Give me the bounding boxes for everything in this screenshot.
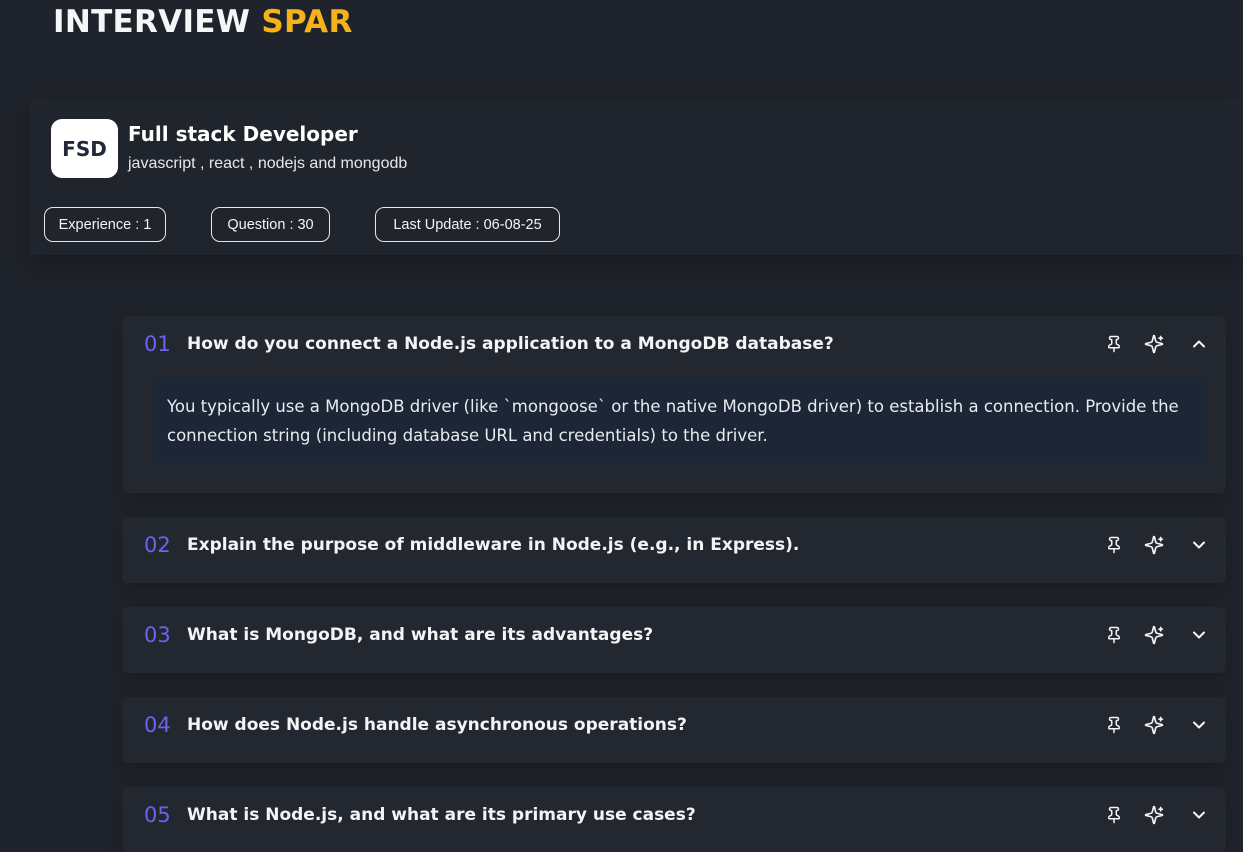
question-header[interactable]: 02 Explain the purpose of middleware in … — [122, 517, 1226, 573]
question-number: 05 — [144, 803, 171, 827]
role-topics: javascript , react , nodejs and mongodb — [128, 155, 408, 172]
sparkle-icon[interactable] — [1144, 805, 1164, 825]
question-text: Explain the purpose of middleware in Nod… — [187, 535, 800, 555]
question-number: 02 — [144, 533, 171, 557]
question-number: 01 — [144, 332, 171, 356]
question-header[interactable]: 03 What is MongoDB, and what are its adv… — [122, 607, 1226, 663]
sparkle-icon[interactable] — [1144, 625, 1164, 645]
question-card-1: 01 How do you connect a Node.js applicat… — [122, 316, 1226, 493]
question-number: 03 — [144, 623, 171, 647]
question-number: 04 — [144, 713, 171, 737]
question-text: What is MongoDB, and what are its advant… — [187, 625, 654, 645]
page: INTERVIEW SPAR FSD Full stack Developer … — [0, 0, 1243, 852]
question-text: How do you connect a Node.js application… — [187, 334, 834, 354]
chevron-down-icon[interactable] — [1189, 805, 1209, 825]
chevron-down-icon[interactable] — [1189, 625, 1209, 645]
question-card-5: 05 What is Node.js, and what are its pri… — [122, 787, 1226, 852]
app-logo[interactable]: INTERVIEW SPAR — [53, 4, 353, 40]
sparkle-icon[interactable] — [1144, 334, 1164, 354]
experience-badge: Experience : 1 — [44, 207, 166, 242]
sparkle-icon[interactable] — [1144, 535, 1164, 555]
pin-icon[interactable] — [1104, 334, 1124, 354]
answer-panel: You typically use a MongoDB driver (like… — [153, 378, 1206, 462]
pin-icon[interactable] — [1104, 715, 1124, 735]
question-text: How does Node.js handle asynchronous ope… — [187, 715, 687, 735]
role-title: Full stack Developer — [128, 122, 358, 146]
pin-icon[interactable] — [1104, 625, 1124, 645]
role-avatar: FSD — [51, 119, 118, 178]
question-card-2: 02 Explain the purpose of middleware in … — [122, 517, 1226, 583]
question-count-badge: Question : 30 — [211, 207, 330, 242]
logo-accent: SPAR — [261, 4, 353, 40]
pin-icon[interactable] — [1104, 805, 1124, 825]
question-header[interactable]: 05 What is Node.js, and what are its pri… — [122, 787, 1226, 843]
chevron-down-icon[interactable] — [1189, 535, 1209, 555]
question-header[interactable]: 04 How does Node.js handle asynchronous … — [122, 697, 1226, 753]
last-update-badge: Last Update : 06-08-25 — [375, 207, 560, 242]
question-card-3: 03 What is MongoDB, and what are its adv… — [122, 607, 1226, 673]
pin-icon[interactable] — [1104, 535, 1124, 555]
question-header[interactable]: 01 How do you connect a Node.js applicat… — [122, 316, 1226, 372]
sparkle-icon[interactable] — [1144, 715, 1164, 735]
logo-word: INTERVIEW — [53, 4, 251, 40]
chevron-up-icon[interactable] — [1189, 334, 1209, 354]
chevron-down-icon[interactable] — [1189, 715, 1209, 735]
question-text: What is Node.js, and what are its primar… — [187, 805, 696, 825]
question-card-4: 04 How does Node.js handle asynchronous … — [122, 697, 1226, 763]
